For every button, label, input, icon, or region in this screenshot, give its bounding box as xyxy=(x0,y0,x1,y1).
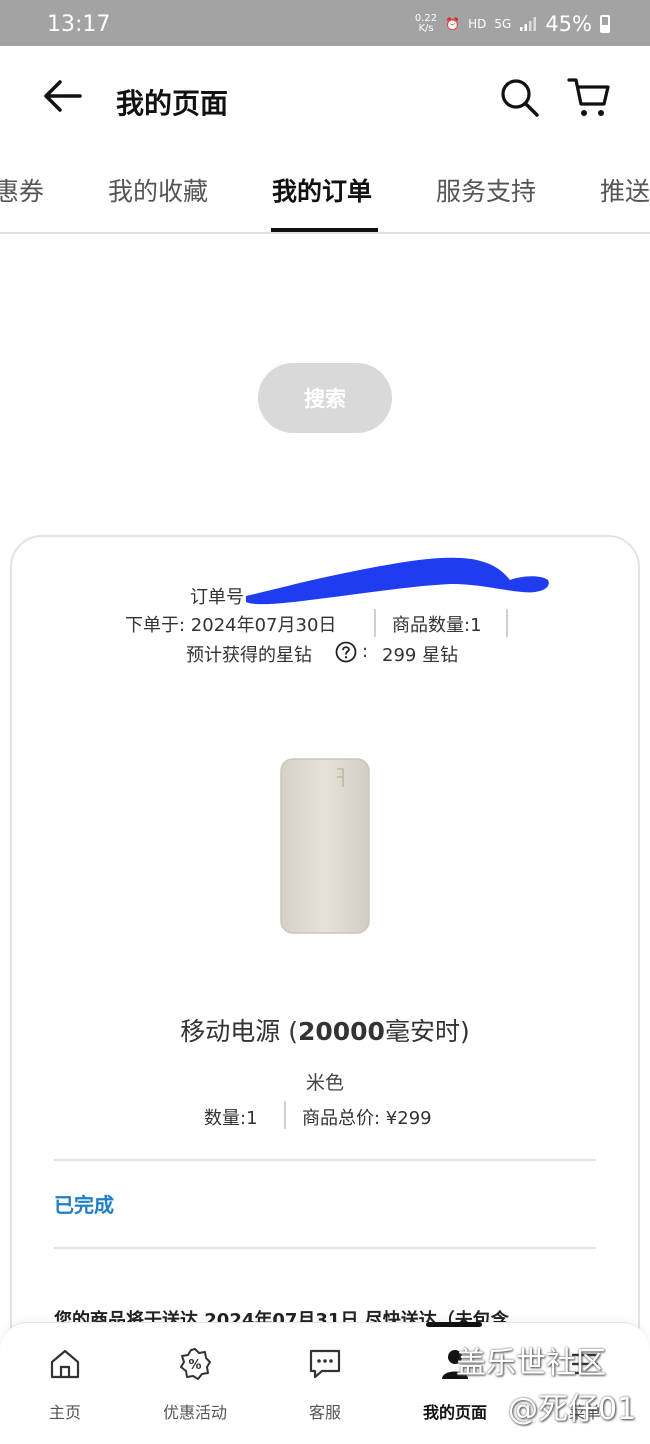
app-header: 我的页面 xyxy=(0,46,650,146)
search-button[interactable]: 搜索 xyxy=(258,363,392,433)
network-type: 5G xyxy=(494,17,512,31)
order-date: 下单于: 2024年07月30日 xyxy=(125,615,337,636)
active-tab-indicator xyxy=(271,228,378,232)
total-price: 商品总价: ¥299 xyxy=(302,1108,432,1129)
alarm-icon: ⏰ xyxy=(445,17,461,31)
nav-customer-service[interactable]: 客服 xyxy=(260,1323,390,1444)
hd-label: HD xyxy=(468,17,487,31)
active-nav-indicator xyxy=(426,1322,482,1327)
points-value: 299 星钻 xyxy=(382,645,459,666)
redaction-scribble xyxy=(246,557,549,605)
divider xyxy=(54,1247,596,1249)
battery-percent: 45% xyxy=(545,12,592,36)
status-time: 13:17 xyxy=(47,12,111,37)
info-divider xyxy=(374,609,376,637)
battery-icon xyxy=(600,15,610,33)
points-label: 预计获得的星钻 xyxy=(186,645,312,666)
discount-icon: % xyxy=(180,1348,211,1380)
watermark-community: 盖乐世社区 xyxy=(456,1346,606,1381)
help-icon[interactable] xyxy=(335,641,357,663)
back-arrow-icon[interactable] xyxy=(40,76,84,116)
svg-text:%: % xyxy=(188,1358,201,1373)
search-icon[interactable] xyxy=(498,76,540,118)
tab-coupons[interactable]: 惠券 xyxy=(0,172,44,208)
cart-icon[interactable] xyxy=(566,74,612,120)
watermark-user: @死仔01 xyxy=(508,1392,637,1427)
order-status: 已完成 xyxy=(54,1193,114,1217)
tab-service-support[interactable]: 服务支持 xyxy=(436,172,536,208)
quantity: 数量:1 xyxy=(204,1108,258,1129)
chat-icon xyxy=(309,1349,341,1379)
tab-push[interactable]: 推送 xyxy=(600,172,650,208)
order-number-label: 订单号 xyxy=(190,587,244,608)
product-name[interactable]: 移动电源 (20000毫安时) xyxy=(0,1012,650,1048)
info-divider xyxy=(506,609,508,637)
tab-favorites[interactable]: 我的收藏 xyxy=(108,172,208,208)
product-image[interactable] xyxy=(279,757,371,935)
status-indicators: 0.22 K/s ⏰ HD 5G 45% xyxy=(415,12,610,36)
signal-icon xyxy=(520,17,537,31)
page-title: 我的页面 xyxy=(116,87,229,120)
tab-my-orders[interactable]: 我的订单 xyxy=(272,172,372,208)
nav-promotions[interactable]: % 优惠活动 xyxy=(130,1323,260,1444)
product-color: 米色 xyxy=(305,1072,344,1094)
home-icon xyxy=(50,1349,80,1379)
status-bar: 13:17 0.22 K/s ⏰ HD 5G 45% xyxy=(0,0,650,46)
tab-bar: 惠券 我的收藏 我的订单 服务支持 推送 xyxy=(0,160,650,234)
divider xyxy=(54,1159,596,1161)
nav-home[interactable]: 主页 xyxy=(0,1323,130,1444)
points-separator: : xyxy=(362,641,369,662)
info-divider xyxy=(284,1101,286,1129)
network-speed: 0.22 K/s xyxy=(414,13,438,34)
item-count: 商品数量:1 xyxy=(392,615,482,636)
